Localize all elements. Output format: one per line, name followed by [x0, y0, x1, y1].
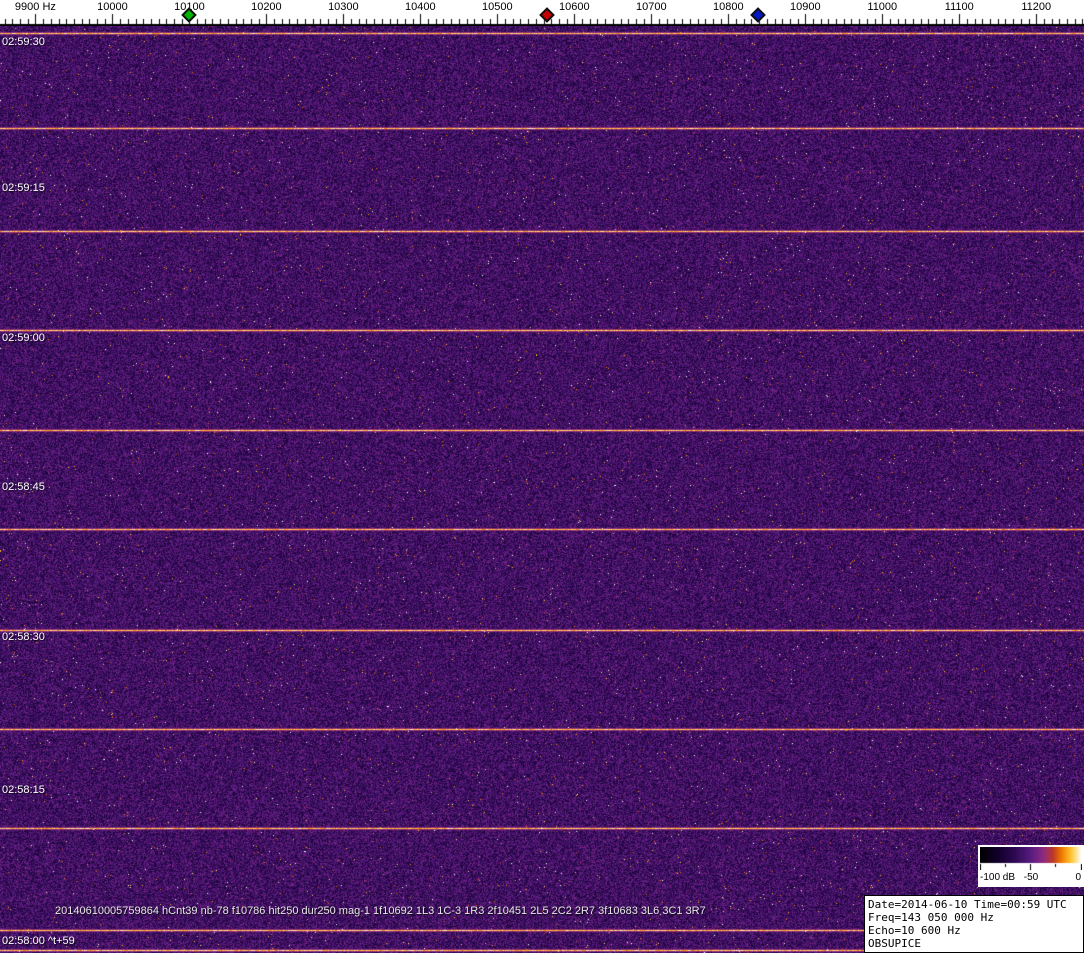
freq-tick-label: 11100 — [944, 1, 974, 13]
frequency-axis[interactable]: 9900 Hz100001010010200103001040010500106… — [0, 0, 1084, 26]
time-label: 02:58:15 — [2, 783, 45, 796]
time-label: 02:59:15 — [2, 182, 45, 195]
freq-tick-label: 10700 — [636, 1, 667, 13]
info-echo: Echo=10 600 Hz — [868, 924, 961, 937]
time-label: 02:58:45 — [2, 480, 45, 493]
info-date-time: Date=2014-06-10 Time=00:59 UTC — [868, 898, 1067, 911]
freq-tick-label: 10800 — [713, 1, 744, 13]
spectrogram-canvas[interactable] — [0, 26, 1084, 953]
freq-tick-label: 10300 — [328, 1, 359, 13]
time-label: 02:58:00 ^t+59 — [2, 934, 75, 947]
legend-max-label: 0 — [1075, 872, 1081, 883]
info-station: OBSUPICE — [868, 937, 921, 950]
time-label: 02:59:30 — [2, 35, 45, 48]
legend-min-label: -100 dB — [980, 872, 1016, 883]
time-label: 02:59:00 — [2, 332, 45, 345]
detection-annotation: 20140610005759864 hCnt39 nb-78 f10786 hi… — [55, 905, 706, 917]
db-gradient-bar — [980, 847, 1082, 870]
freq-tick-label: 11000 — [867, 1, 898, 13]
freq-tick-label: 11200 — [1021, 1, 1052, 13]
freq-tick-label: 10400 — [405, 1, 436, 13]
freq-tick-label: 10600 — [559, 1, 590, 13]
freq-tick-label: 10200 — [251, 1, 282, 13]
freq-tick-label: 10000 — [97, 1, 128, 13]
spectrogram-app-window: 9900 Hz100001010010200103001040010500106… — [0, 0, 1084, 953]
legend-mid-label: -50 — [1023, 872, 1039, 883]
freq-tick-label: 10500 — [482, 1, 513, 13]
freq-tick-label: 10900 — [790, 1, 821, 13]
info-frequency: Freq=143 050 000 Hz — [868, 911, 994, 924]
time-label: 02:58:30 — [2, 630, 45, 643]
db-scale-legend: -100 dB -50 0 — [978, 845, 1084, 887]
observation-info-box: Date=2014-06-10 Time=00:59 UTC Freq=143 … — [864, 895, 1084, 953]
spectrogram-area: 02:59:30 02:59:15 02:59:00 02:58:45 02:58:30… — [0, 26, 1084, 953]
freq-tick-label: 9900 Hz — [14, 1, 56, 13]
